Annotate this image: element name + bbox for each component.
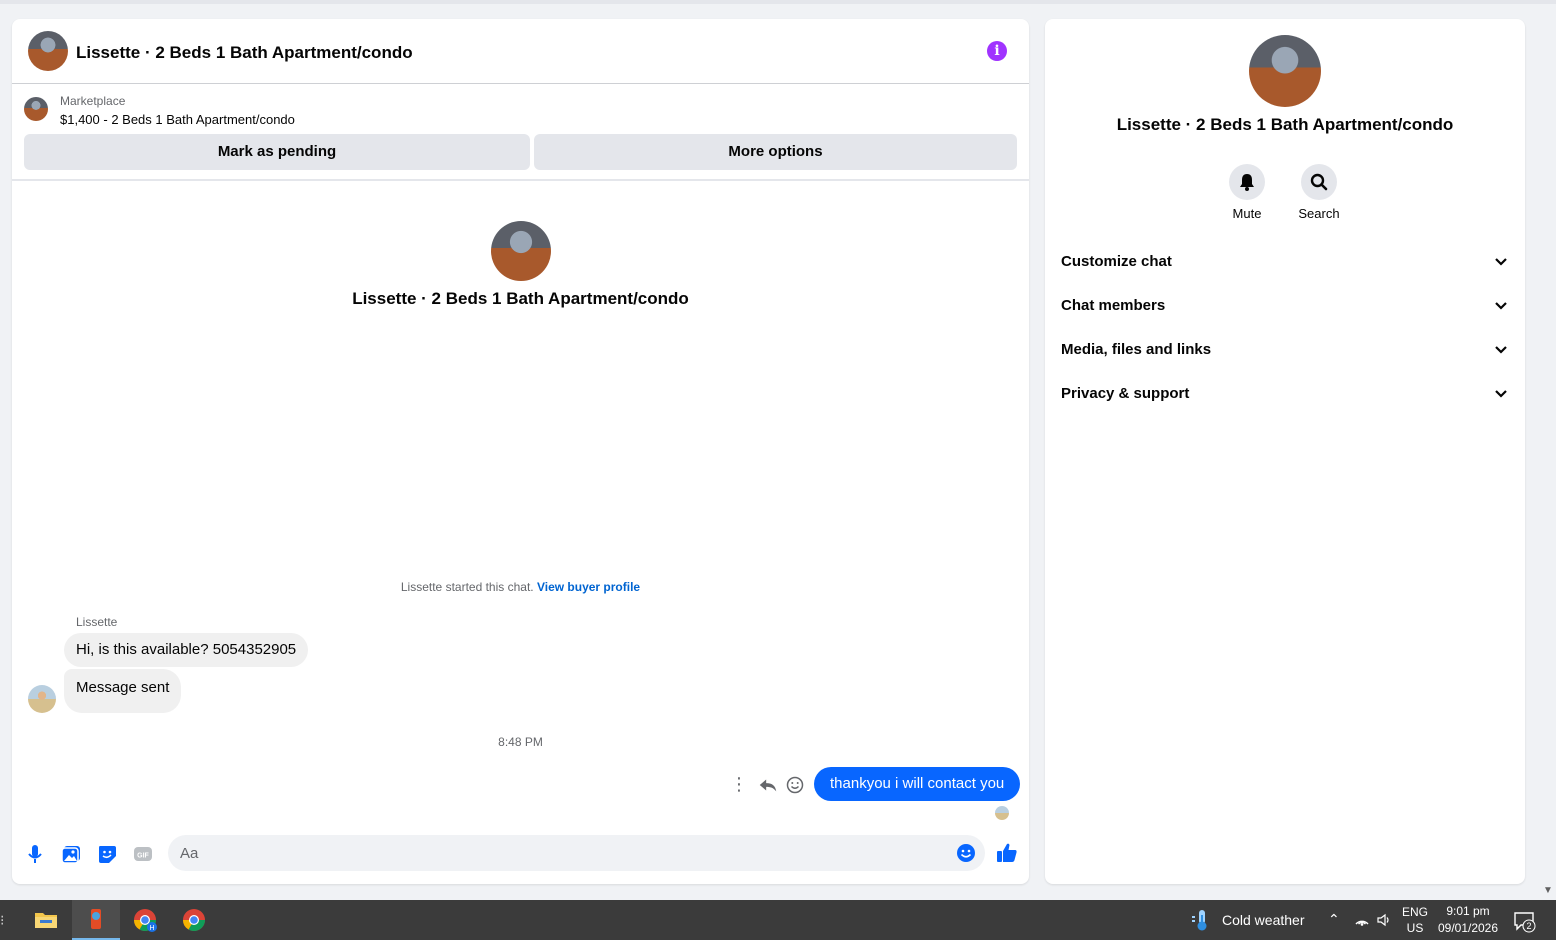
chrome-icon[interactable] — [170, 900, 218, 940]
sender-name: Lissette — [76, 615, 118, 629]
notification-count: 2 — [1526, 921, 1531, 931]
outgoing-message[interactable]: thankyou i will contact you — [814, 767, 1021, 801]
like-icon[interactable] — [995, 841, 1019, 865]
message-input[interactable] — [180, 835, 940, 871]
weather-text: Cold weather — [1222, 912, 1305, 928]
chrome-icon[interactable]: H — [121, 900, 169, 940]
bell-icon — [1229, 164, 1265, 200]
buyer-avatar[interactable] — [28, 685, 56, 713]
taskbar: ⁝ H Cold weather ⌃ ENG US 9:01 pm 09/01/… — [0, 900, 1556, 940]
svg-text:H: H — [149, 925, 154, 932]
message-composer — [168, 835, 985, 871]
more-icon[interactable]: ⋮ — [730, 775, 748, 793]
taskbar-edge: ⁝ — [0, 912, 5, 928]
chevron-down-icon — [1495, 390, 1507, 398]
clock-date: 09/01/2026 — [1437, 921, 1499, 935]
weather-widget[interactable]: Cold weather — [1190, 908, 1305, 932]
message-timestamp: 8:48 PM — [498, 735, 543, 749]
network-icon[interactable] — [1354, 912, 1370, 928]
incoming-message[interactable]: Message sent — [64, 669, 182, 713]
divider — [12, 179, 1029, 181]
listing-summary[interactable]: $1,400 - 2 Beds 1 Bath Apartment/condo — [60, 112, 295, 127]
chat-started-notice: Lissette started this chat. View buyer p… — [12, 580, 1029, 594]
clock-time: 9:01 pm — [1446, 904, 1490, 918]
mute-label: Mute — [1232, 206, 1262, 221]
language-indicator[interactable]: ENG US — [1400, 904, 1430, 936]
section-label: Chat members — [1061, 296, 1166, 314]
listing-avatar[interactable] — [28, 31, 68, 71]
reply-icon[interactable] — [757, 774, 779, 796]
sticker-icon[interactable] — [96, 843, 118, 865]
section-label: Privacy & support — [1061, 384, 1190, 402]
clock[interactable]: 9:01 pm 09/01/2026 — [1432, 903, 1504, 937]
more-options-button[interactable]: More options — [534, 134, 1017, 170]
mark-as-pending-button[interactable]: Mark as pending — [24, 134, 530, 170]
conversation-title: Lissette · 2 Beds 1 Bath Apartment/condo — [352, 289, 689, 308]
keyboard-layout: US — [1406, 921, 1424, 935]
mute-button[interactable]: Mute — [1217, 164, 1277, 221]
info-icon[interactable]: i — [987, 41, 1007, 61]
show-hidden-icons-icon[interactable]: ⌃ — [1328, 911, 1340, 928]
customize-chat-section[interactable]: Customize chat — [1061, 239, 1509, 283]
chat-title[interactable]: Lissette · 2 Beds 1 Bath Apartment/condo — [76, 43, 413, 63]
details-avatar[interactable] — [1249, 35, 1321, 107]
listing-thumbnail[interactable] — [24, 97, 48, 121]
privacy-support-section[interactable]: Privacy & support — [1061, 371, 1509, 415]
svg-text:GIF: GIF — [137, 853, 149, 860]
photo-icon[interactable] — [60, 843, 82, 865]
media-files-links-section[interactable]: Media, files and links — [1061, 327, 1509, 371]
search-icon — [1301, 164, 1337, 200]
language-code: ENG — [1401, 905, 1428, 919]
emoji-icon[interactable] — [956, 843, 976, 863]
top-strip — [0, 0, 1556, 4]
app-icon[interactable] — [72, 900, 120, 940]
section-label: Customize chat — [1061, 252, 1172, 270]
chat-details-panel: Lissette · 2 Beds 1 Bath Apartment/condo… — [1045, 19, 1525, 884]
seen-indicator-avatar — [995, 806, 1009, 820]
view-buyer-profile-link[interactable]: View buyer profile — [537, 580, 640, 594]
volume-icon[interactable] — [1376, 912, 1392, 928]
react-icon[interactable] — [785, 775, 805, 795]
started-text: Lissette started this chat. — [400, 580, 534, 594]
details-title: Lissette · 2 Beds 1 Bath Apartment/condo — [1116, 115, 1454, 134]
chat-members-section[interactable]: Chat members — [1061, 283, 1509, 327]
chat-header: Lissette · 2 Beds 1 Bath Apartment/condo… — [12, 19, 1029, 84]
marketplace-label: Marketplace — [60, 94, 126, 108]
section-label: Media, files and links — [1061, 340, 1212, 358]
chat-window: Lissette · 2 Beds 1 Bath Apartment/condo… — [12, 19, 1029, 884]
chevron-down-icon — [1495, 346, 1507, 354]
scroll-down-arrow[interactable]: ▼ — [1543, 885, 1553, 896]
gif-icon[interactable]: GIF — [132, 843, 154, 865]
conversation-avatar — [491, 221, 551, 281]
chevron-down-icon — [1495, 302, 1507, 310]
search-button[interactable]: Search — [1289, 164, 1349, 221]
mic-icon[interactable] — [24, 843, 46, 865]
file-explorer-icon[interactable] — [22, 900, 70, 940]
notification-icon[interactable]: 2 — [1512, 909, 1536, 933]
thermometer-icon — [1192, 910, 1207, 931]
incoming-message[interactable]: Hi, is this available? 5054352905 — [64, 633, 309, 667]
chevron-down-icon — [1495, 258, 1507, 266]
search-label: Search — [1298, 206, 1340, 221]
